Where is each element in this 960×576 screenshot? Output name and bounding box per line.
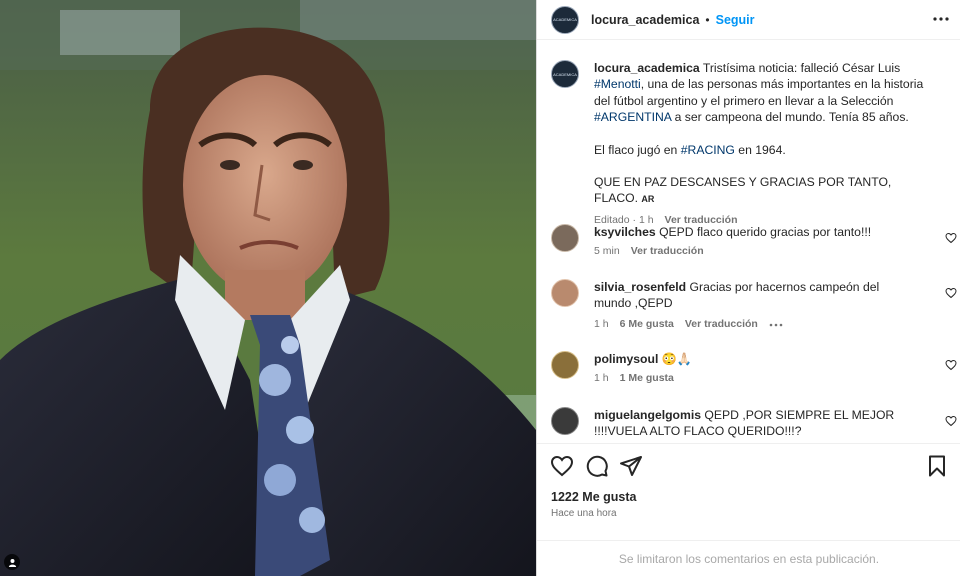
post-side-panel: ACADEMICA locura_academica • Seguir ACAD… <box>536 0 960 576</box>
post-time[interactable]: Hace una hora <box>551 508 617 519</box>
comment-translate-link[interactable]: Ver traducción <box>631 245 704 257</box>
post-actions: 1222 Me gusta Hace una hora Se limitaron… <box>537 443 960 576</box>
commenter-username[interactable]: miguelangelgomis <box>594 408 701 422</box>
heart-icon[interactable] <box>550 454 574 478</box>
caption-text-2: , una de las personas más importantes en… <box>594 77 924 108</box>
hashtag-menotti[interactable]: #Menotti <box>594 77 641 91</box>
comment-time: 1 h <box>594 318 609 330</box>
author-username[interactable]: locura_academica <box>591 13 699 27</box>
comment-text: QEPD flaco querido gracias por tanto!!! <box>659 225 872 239</box>
commenter-username[interactable]: polimysoul <box>594 352 658 366</box>
caption-avatar[interactable]: ACADEMICA <box>551 60 579 88</box>
comment-more-icon[interactable] <box>769 318 783 330</box>
commenter-avatar[interactable] <box>551 351 579 379</box>
separator-dot: • <box>705 12 710 27</box>
heart-icon[interactable] <box>945 359 957 371</box>
post-header: ACADEMICA locura_academica • Seguir <box>537 0 960 40</box>
comment-icon[interactable] <box>585 454 609 478</box>
share-icon[interactable] <box>619 454 643 478</box>
caption-text-1: Tristísima noticia: falleció César Luis <box>702 61 901 75</box>
hashtag-argentina[interactable]: #ARGENTINA <box>594 110 671 124</box>
commenter-username[interactable]: silvia_rosenfeld <box>594 280 686 294</box>
likes-count[interactable]: 1222 Me gusta <box>551 490 636 504</box>
comments-limited-notice: Se limitaron los comentarios en esta pub… <box>537 540 960 576</box>
caption-line2-b: en 1964. <box>734 142 786 157</box>
commenter-username[interactable]: ksyvilches <box>594 225 656 239</box>
post-photo[interactable] <box>0 0 536 576</box>
heart-icon[interactable] <box>945 232 957 244</box>
comment-meta: 1 h 6 Me gusta Ver traducción <box>594 318 783 330</box>
commenter-avatar[interactable] <box>551 279 579 307</box>
caption-line2-a: El flaco jugó en <box>594 142 681 157</box>
country-tag: AR <box>641 194 655 205</box>
comment-time: 5 min <box>594 245 620 257</box>
follow-button[interactable]: Seguir <box>716 13 755 27</box>
caption-text-3: a ser campeona del mundo. Tenía 85 años. <box>671 110 909 125</box>
comments-list[interactable]: ACADEMICA locura_academica Tristísima no… <box>537 41 960 443</box>
heart-icon[interactable] <box>945 415 957 427</box>
comment-text: 😳🙏🏻 <box>661 352 693 366</box>
comment-translate-link[interactable]: Ver traducción <box>685 318 758 330</box>
hashtag-racing[interactable]: #RACING <box>681 143 735 157</box>
commenter-avatar[interactable] <box>551 224 579 252</box>
caption-line3: QUE EN PAZ DESCANSES Y GRACIAS POR TANTO… <box>594 175 892 206</box>
commenter-avatar[interactable] <box>551 407 579 435</box>
comment-meta: 5 min Ver traducción <box>594 245 704 257</box>
tag-user-icon[interactable] <box>4 554 20 570</box>
comment-time: 1 h <box>594 372 609 384</box>
author-avatar[interactable]: ACADEMICA <box>551 5 579 34</box>
comment-likes[interactable]: 1 Me gusta <box>620 372 674 384</box>
caption-username[interactable]: locura_academica <box>594 61 700 75</box>
comment-meta: 1 h 1 Me gusta <box>594 372 674 384</box>
menotti-photo <box>0 0 536 576</box>
comment-likes[interactable]: 6 Me gusta <box>620 318 674 330</box>
heart-icon[interactable] <box>945 287 957 299</box>
save-icon[interactable] <box>925 454 949 478</box>
more-options-icon[interactable] <box>933 11 949 27</box>
